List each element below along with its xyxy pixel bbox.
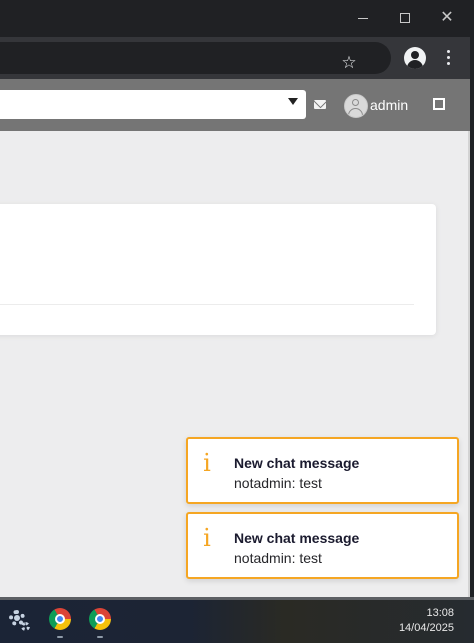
toast-message: notadmin: test <box>234 550 322 566</box>
close-window-button[interactable]: ✕ <box>436 8 458 28</box>
browser-menu-icon[interactable] <box>438 47 458 69</box>
fullscreen-icon[interactable] <box>433 98 445 110</box>
info-icon: i <box>203 449 211 477</box>
maximize-icon <box>400 13 410 23</box>
app-header: admin <box>0 79 470 131</box>
mail-icon[interactable] <box>314 100 326 109</box>
header-select[interactable] <box>0 90 306 119</box>
maximize-button[interactable] <box>394 8 416 28</box>
user-avatar[interactable] <box>344 94 368 118</box>
browser-titlebar: ✕ <box>0 0 470 37</box>
chat-notification-toast[interactable]: i New chat message notadmin: test <box>186 437 459 504</box>
settings-gear-icon[interactable] <box>8 609 30 631</box>
chat-notification-toast[interactable]: i New chat message notadmin: test <box>186 512 459 579</box>
card-divider <box>0 304 414 305</box>
address-bar[interactable]: ☆ <box>0 42 391 74</box>
info-icon: i <box>203 524 211 552</box>
browser-profile-icon[interactable] <box>404 47 426 69</box>
bookmark-star-icon[interactable]: ☆ <box>338 52 360 74</box>
close-icon: ✕ <box>440 9 454 26</box>
dropdown-arrow-icon <box>288 98 298 105</box>
taskbar-clock-time[interactable]: 13:08 <box>426 607 454 620</box>
toast-title: New chat message <box>234 455 360 471</box>
content-card <box>0 204 436 335</box>
chrome-icon[interactable] <box>89 608 111 630</box>
running-indicator <box>57 636 63 638</box>
window-edge <box>470 0 474 600</box>
minimize-button[interactable] <box>352 8 374 28</box>
browser-toolbar: ☆ <box>0 37 470 79</box>
running-indicator <box>97 636 103 638</box>
minimize-icon <box>358 18 368 19</box>
username-label[interactable]: admin <box>370 96 408 114</box>
toast-message: notadmin: test <box>234 475 322 491</box>
taskbar-clock-date[interactable]: 14/04/2025 <box>399 622 454 635</box>
chrome-icon[interactable] <box>49 608 71 630</box>
toast-title: New chat message <box>234 530 360 546</box>
